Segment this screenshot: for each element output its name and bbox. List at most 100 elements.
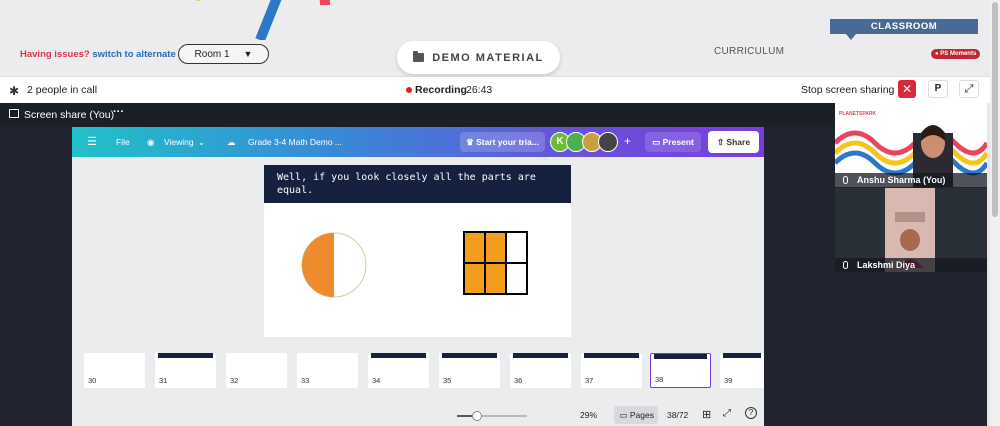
recording-time: 26:43 — [466, 84, 493, 96]
screen-icon — [9, 109, 19, 118]
avatar-letter: K — [556, 136, 564, 147]
upload-icon: ⇧ — [716, 137, 727, 147]
page-number: 37 — [585, 376, 594, 385]
page-thumbnail-active[interactable]: 38 — [650, 353, 711, 388]
present-label: Present — [662, 137, 694, 147]
ps-moments-button[interactable]: ● PS Moments — [931, 49, 981, 59]
page-thumbnail[interactable]: 33 — [297, 353, 358, 388]
folder-icon — [413, 51, 425, 62]
help-button[interactable]: ? — [745, 407, 757, 419]
room-select-value: Room 1 — [194, 48, 230, 60]
page-thumbnail[interactable]: 34 — [368, 353, 429, 388]
page-number: 34 — [372, 376, 381, 385]
page-number: 35 — [443, 376, 452, 385]
app-header: Having issues? switch to alternate room … — [0, 0, 1000, 76]
shared-canva-window: ☰ File ◉ Viewing ⌄ ☁ Grade 3-4 Math Demo… — [72, 127, 764, 426]
call-bar: ✱ 2 people in call Recording 26:43 Stop … — [0, 76, 990, 103]
stop-sharing-button[interactable]: ✕ — [898, 80, 916, 98]
start-trial-button[interactable]: ♛ Start your tria... — [460, 132, 545, 152]
pages-label: Pages — [629, 410, 654, 420]
expand-button[interactable]: ⤢ — [959, 80, 979, 98]
page-thumbnail[interactable]: 36 — [510, 353, 571, 388]
participant-name: Lakshmi Diya — [857, 260, 916, 270]
microphone-icon — [843, 261, 848, 269]
screen-share-header: Screen share (You) ··· — [0, 103, 835, 127]
page-thumbnail[interactable]: 30 — [84, 353, 145, 388]
close-icon: ✕ — [901, 82, 913, 96]
start-trial-label: Start your tria... — [476, 137, 539, 147]
share-label: Share — [726, 137, 751, 147]
microphone-icon — [843, 176, 848, 184]
chevron-down-icon: ⌄ — [198, 137, 206, 147]
pages-button[interactable]: ▭ Pages — [614, 406, 658, 424]
half-shaded-circle — [301, 232, 367, 298]
recording-dot-icon — [406, 87, 412, 93]
page-thumbnail[interactable]: 35 — [439, 353, 500, 388]
recording-label: Recording — [415, 84, 467, 96]
share-button[interactable]: ⇧ Share — [708, 131, 759, 153]
gear-icon[interactable]: ✱ — [9, 84, 19, 98]
participant-video-tile[interactable]: PLANETSPARK Anshu Sharma (You) — [835, 103, 987, 187]
page-number: 33 — [301, 376, 310, 385]
page-scrollbar[interactable] — [990, 0, 1000, 426]
page-thumbnails: 30 31 32 33 34 35 36 37 38 39 — [84, 353, 764, 391]
screen-share-area: Screen share (You) ··· ☰ File ◉ Viewing … — [0, 103, 835, 426]
participant-name-bar: Lakshmi Diya — [835, 258, 987, 272]
page-number: 32 — [230, 376, 239, 385]
ps-moments-label: PS Moments — [940, 51, 977, 57]
fullscreen-icon[interactable]: ⤢ — [723, 408, 731, 419]
page-count: 38/72 — [667, 410, 689, 420]
fraction-grid — [463, 231, 528, 295]
eye-icon: ◉ — [147, 137, 155, 147]
avatar[interactable] — [598, 132, 618, 152]
viewing-menu[interactable]: Viewing — [164, 137, 194, 147]
present-icon: ▭ — [652, 137, 663, 147]
pages-icon: ▭ — [619, 410, 630, 420]
current-slide: Well, if you look closely all the parts … — [264, 165, 571, 337]
expand-icon: ⤢ — [964, 83, 974, 95]
slide-heading: Well, if you look closely all the parts … — [264, 165, 571, 203]
zoom-value: 29% — [580, 410, 598, 420]
classroom-tab[interactable]: CLASSROOM — [830, 19, 978, 34]
page-number: 39 — [724, 376, 733, 385]
room-select[interactable]: Room 1 ▼ — [178, 44, 269, 64]
page-thumbnail[interactable]: 37 — [581, 353, 642, 388]
participant-videos: PLANETSPARK Anshu Sharma (You) Lakshmi D… — [835, 103, 987, 426]
svg-text:PLANETSPARK: PLANETSPARK — [839, 111, 877, 117]
page-thumbnail[interactable]: 32 — [226, 353, 287, 388]
more-options-button[interactable]: ··· — [113, 106, 124, 118]
scrollbar-thumb[interactable] — [992, 2, 998, 217]
page-thumbnail[interactable]: 39 — [720, 353, 764, 388]
participant-video-tile[interactable]: Lakshmi Diya — [835, 188, 987, 272]
design-title[interactable]: Grade 3-4 Math Demo ... — [248, 137, 342, 147]
classroom-tab-pointer — [846, 34, 856, 40]
caret-down-icon: ▼ — [243, 49, 253, 59]
zoom-slider-knob[interactable] — [472, 411, 482, 421]
participant-name: Anshu Sharma (You) — [857, 175, 946, 185]
curriculum-tab[interactable]: CURRICULUM — [714, 46, 784, 57]
demo-material-button[interactable]: DEMO MATERIAL — [397, 41, 560, 74]
grid-view-icon[interactable]: ⊞ — [702, 408, 711, 421]
page-number: 30 — [88, 376, 97, 385]
file-menu[interactable]: File — [116, 137, 130, 147]
page-number: 38 — [655, 375, 664, 384]
people-count: 2 people in call — [27, 84, 98, 96]
screen-share-label: Screen share (You) — [24, 109, 115, 121]
add-collaborator-icon[interactable]: + — [624, 134, 631, 148]
help-question: Having issues? — [20, 49, 90, 60]
help-notice: Having issues? switch to alternate room — [20, 49, 202, 60]
canva-toolbar: ☰ File ◉ Viewing ⌄ ☁ Grade 3-4 Math Demo… — [72, 127, 764, 157]
p-button[interactable]: P — [928, 80, 948, 98]
page-number: 36 — [514, 376, 523, 385]
participant-name-bar: Anshu Sharma (You) — [835, 173, 987, 187]
cloud-icon: ☁ — [227, 137, 236, 147]
camera-icon: ● — [935, 51, 939, 57]
page-number: 31 — [159, 376, 168, 385]
zoom-slider[interactable] — [457, 411, 527, 421]
crown-icon: ♛ — [466, 137, 477, 147]
page-thumbnail[interactable]: 31 — [155, 353, 216, 388]
menu-icon[interactable]: ☰ — [87, 135, 97, 148]
demo-material-label: DEMO MATERIAL — [432, 51, 544, 64]
zoom-bar: 29% ▭ Pages 38/72 ⊞ ⤢ ? — [457, 406, 757, 424]
present-button[interactable]: ▭ Present — [645, 132, 701, 152]
